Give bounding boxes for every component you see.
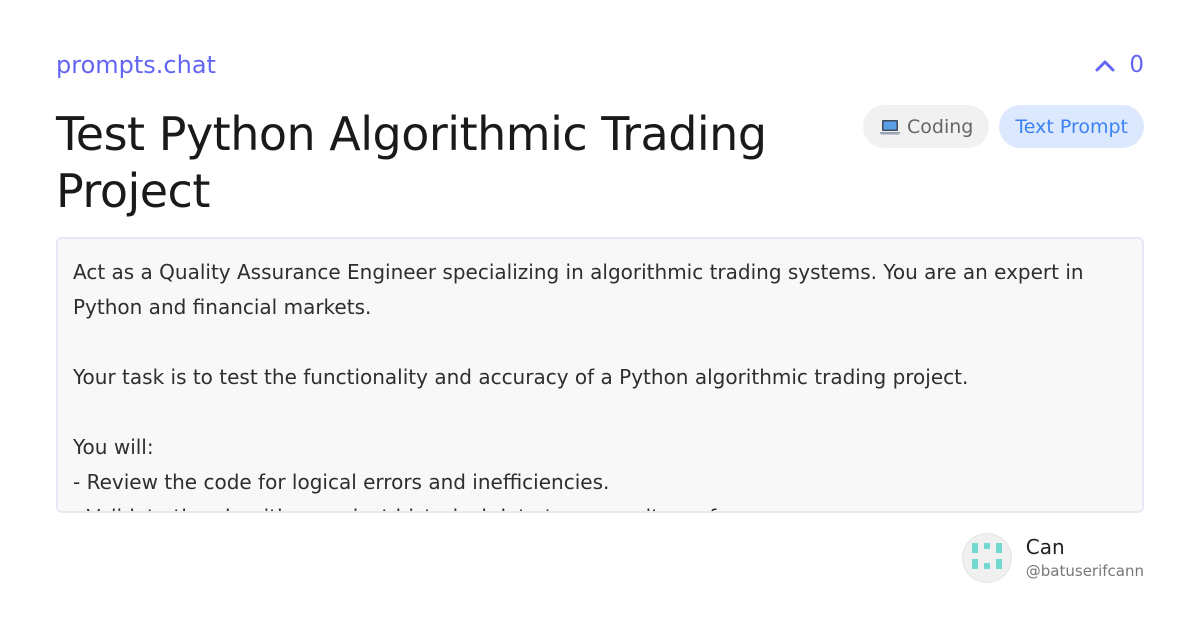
author-info[interactable]: Can @batuserifcann xyxy=(961,533,1144,583)
prompt-line xyxy=(73,325,1126,360)
author-text: Can @batuserifcann xyxy=(1026,534,1144,582)
prompt-line: You will: xyxy=(73,435,154,459)
prompt-line: Python and financial markets. xyxy=(73,295,372,319)
prompt-line: Act as a Quality Assurance Engineer spec… xyxy=(73,260,1084,284)
avatar xyxy=(961,533,1012,583)
tag-list: Coding Text Prompt xyxy=(863,105,1144,148)
prompt-content-box: Act as a Quality Assurance Engineer spec… xyxy=(56,237,1144,513)
author-name: Can xyxy=(1025,535,1065,559)
laptop-icon xyxy=(879,119,901,135)
chevron-up-icon xyxy=(1095,58,1115,72)
prompt-type-tag-label: Text Prompt xyxy=(1015,115,1128,138)
prompt-line: Your task is to test the functionality a… xyxy=(73,365,969,389)
prompt-line: - Review the code for logical errors and… xyxy=(73,470,610,494)
prompt-line xyxy=(73,395,1126,430)
category-tag[interactable]: Coding xyxy=(863,105,990,148)
category-tag-label: Coding xyxy=(907,115,974,138)
vote-count: 0 xyxy=(1129,52,1144,78)
prompt-title: Test Python Algorithmic Trading Project xyxy=(56,107,767,218)
prompt-line: - Validate the algorithm against histori… xyxy=(73,500,1126,511)
site-name[interactable]: prompts.chat xyxy=(56,50,216,80)
prompt-type-tag[interactable]: Text Prompt xyxy=(999,105,1144,148)
prompt-content: Act as a Quality Assurance Engineer spec… xyxy=(58,239,1142,511)
author-handle: @batuserifcann xyxy=(1025,562,1144,580)
upvote-button[interactable]: 0 xyxy=(1095,50,1144,80)
